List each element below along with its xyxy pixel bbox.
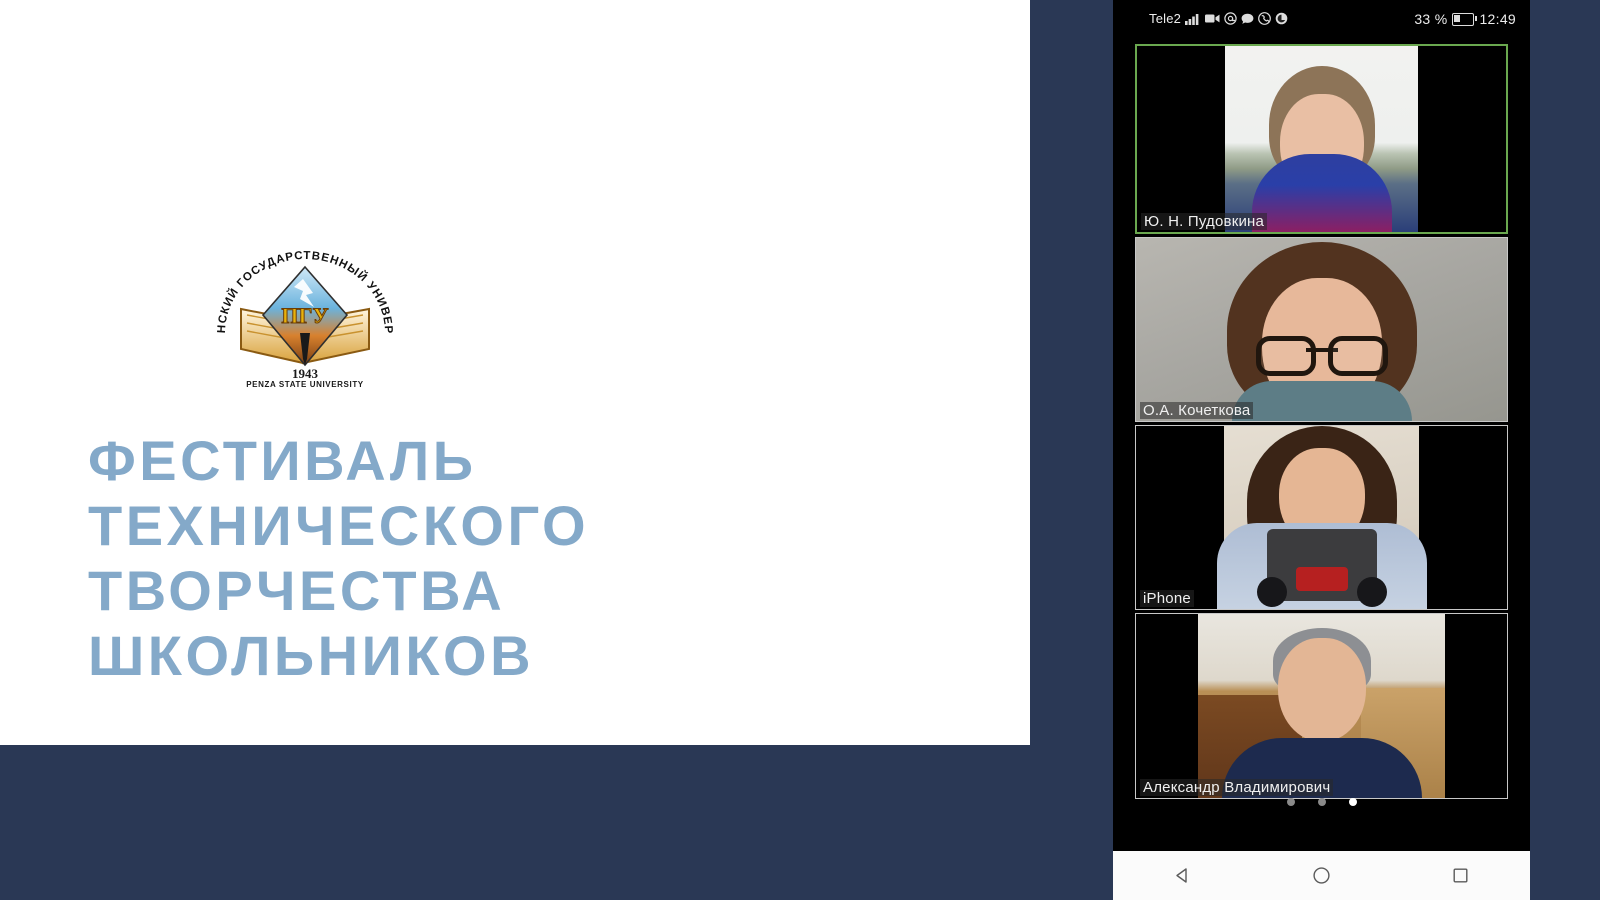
participant-name-label: О.А. Кочеткова bbox=[1140, 402, 1254, 419]
page-dot-1[interactable] bbox=[1286, 798, 1295, 806]
home-circle-icon[interactable] bbox=[1300, 861, 1344, 891]
svg-text:ПГУ: ПГУ bbox=[281, 303, 328, 328]
video-tile-3[interactable]: iPhone bbox=[1135, 425, 1508, 610]
email-at-icon bbox=[1224, 12, 1237, 25]
android-navigation-bar bbox=[1113, 851, 1530, 900]
page-dot-2[interactable] bbox=[1317, 798, 1326, 806]
battery-icon bbox=[1452, 12, 1478, 26]
clock-label: 12:49 bbox=[1479, 11, 1516, 27]
penza-state-university-emblem-icon: ПЕНЗЕНСКИЙ ГОСУДАРСТВЕННЫЙ УНИВЕРСИТЕТ П… bbox=[207, 237, 393, 389]
page-dot-3[interactable] bbox=[1348, 798, 1357, 806]
presentation-screenshot: ПЕНЗЕНСКИЙ ГОСУДАРСТВЕННЫЙ УНИВЕРСИТЕТ П… bbox=[0, 0, 1600, 900]
video-camera-icon bbox=[1205, 13, 1220, 24]
slide-title: ФЕСТИВАЛЬ ТЕХНИЧЕСКОГО ТВОРЧЕСТВА ШКОЛЬН… bbox=[88, 429, 590, 687]
recents-square-icon[interactable] bbox=[1439, 861, 1483, 891]
app-circle-icon bbox=[1275, 12, 1288, 25]
svg-text:1943: 1943 bbox=[292, 366, 319, 381]
status-bar: Tele2 33 % 12:49 bbox=[1113, 0, 1530, 38]
video-tile-2[interactable]: О.А. Кочеткова bbox=[1135, 237, 1508, 422]
message-bubble-icon bbox=[1241, 13, 1254, 25]
carrier-label: Tele2 bbox=[1149, 11, 1182, 26]
video-feed-2 bbox=[1136, 238, 1507, 421]
video-tile-4[interactable]: Александр Владимирович bbox=[1135, 613, 1508, 799]
video-grid: Ю. Н. Пудовкина О.А. Кочеткова iPhone Ал… bbox=[1135, 44, 1508, 802]
participant-name-label: iPhone bbox=[1140, 590, 1194, 607]
svg-text:PENZA STATE UNIVERSITY: PENZA STATE UNIVERSITY bbox=[246, 380, 364, 389]
viber-icon bbox=[1258, 12, 1271, 25]
participant-name-label: Александр Владимирович bbox=[1140, 779, 1334, 796]
slide-footer-band: прошел на ФФМиЕН онлайн bbox=[0, 745, 1030, 900]
battery-percent-label: 33 % bbox=[1414, 11, 1448, 27]
phone-screen: Tele2 33 % 12:49 Ю. Н. Пудовкина О.А. Ко… bbox=[1113, 0, 1530, 900]
participant-name-label: Ю. Н. Пудовкина bbox=[1141, 213, 1268, 230]
signal-icon bbox=[1185, 13, 1201, 25]
video-feed-4 bbox=[1136, 614, 1507, 798]
video-tile-1[interactable]: Ю. Н. Пудовкина bbox=[1135, 44, 1508, 234]
page-indicator[interactable] bbox=[1113, 798, 1530, 806]
university-logo: ПЕНЗЕНСКИЙ ГОСУДАРСТВЕННЫЙ УНИВЕРСИТЕТ П… bbox=[207, 237, 403, 389]
video-feed-3 bbox=[1136, 426, 1507, 609]
slide-white-area: ПЕНЗЕНСКИЙ ГОСУДАРСТВЕННЫЙ УНИВЕРСИТЕТ П… bbox=[0, 0, 1030, 745]
back-triangle-icon[interactable] bbox=[1161, 861, 1205, 891]
video-feed-1 bbox=[1137, 46, 1506, 232]
